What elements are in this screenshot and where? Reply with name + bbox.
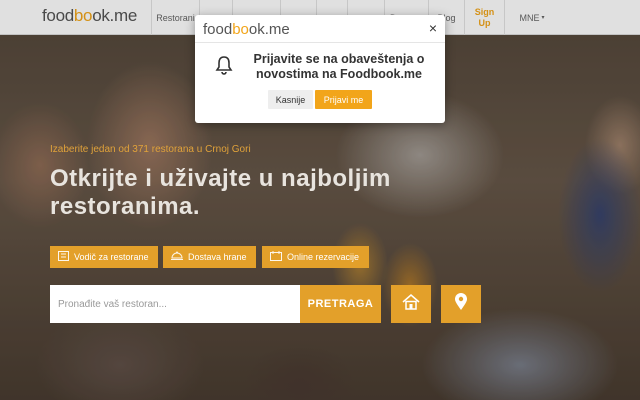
modal-message: Prijavite se na obaveštenja o novostima … bbox=[253, 52, 425, 81]
delivery-icon bbox=[171, 251, 183, 264]
modal-header: foodbook.me × bbox=[195, 15, 445, 43]
home-icon bbox=[402, 293, 420, 315]
subscribe-button[interactable]: Prijavi me bbox=[315, 90, 372, 109]
guide-button[interactable]: Vodič za restorane bbox=[50, 246, 158, 268]
delivery-button[interactable]: Dostava hrane bbox=[163, 246, 256, 268]
reservation-icon bbox=[270, 250, 282, 264]
home-button[interactable] bbox=[391, 285, 431, 323]
reservation-label: Online rezervacije bbox=[287, 252, 360, 262]
location-pin-icon bbox=[454, 292, 468, 316]
guide-icon bbox=[58, 250, 69, 264]
search-button[interactable]: PRETRAGA bbox=[300, 285, 381, 323]
delivery-label: Dostava hrane bbox=[188, 252, 247, 262]
close-icon[interactable]: × bbox=[429, 20, 437, 36]
nearby-button[interactable] bbox=[441, 285, 481, 323]
modal-logo: foodbook.me bbox=[203, 21, 290, 38]
hero-headline: Otkrijte i uživajte u najboljim restoran… bbox=[50, 165, 391, 220]
logo-text-part: ok.me bbox=[248, 21, 290, 38]
restaurant-count-intro: Izaberite jedan od 371 restorana u Crnoj… bbox=[50, 144, 251, 155]
logo-accent-part: bo bbox=[232, 21, 249, 38]
later-button[interactable]: Kasnije bbox=[268, 90, 313, 109]
guide-label: Vodič za restorane bbox=[74, 252, 149, 262]
restaurant-search-input[interactable] bbox=[50, 285, 300, 323]
bell-icon bbox=[215, 55, 233, 80]
reservation-button[interactable]: Online rezervacije bbox=[262, 246, 369, 268]
logo-text-part: food bbox=[203, 21, 233, 38]
